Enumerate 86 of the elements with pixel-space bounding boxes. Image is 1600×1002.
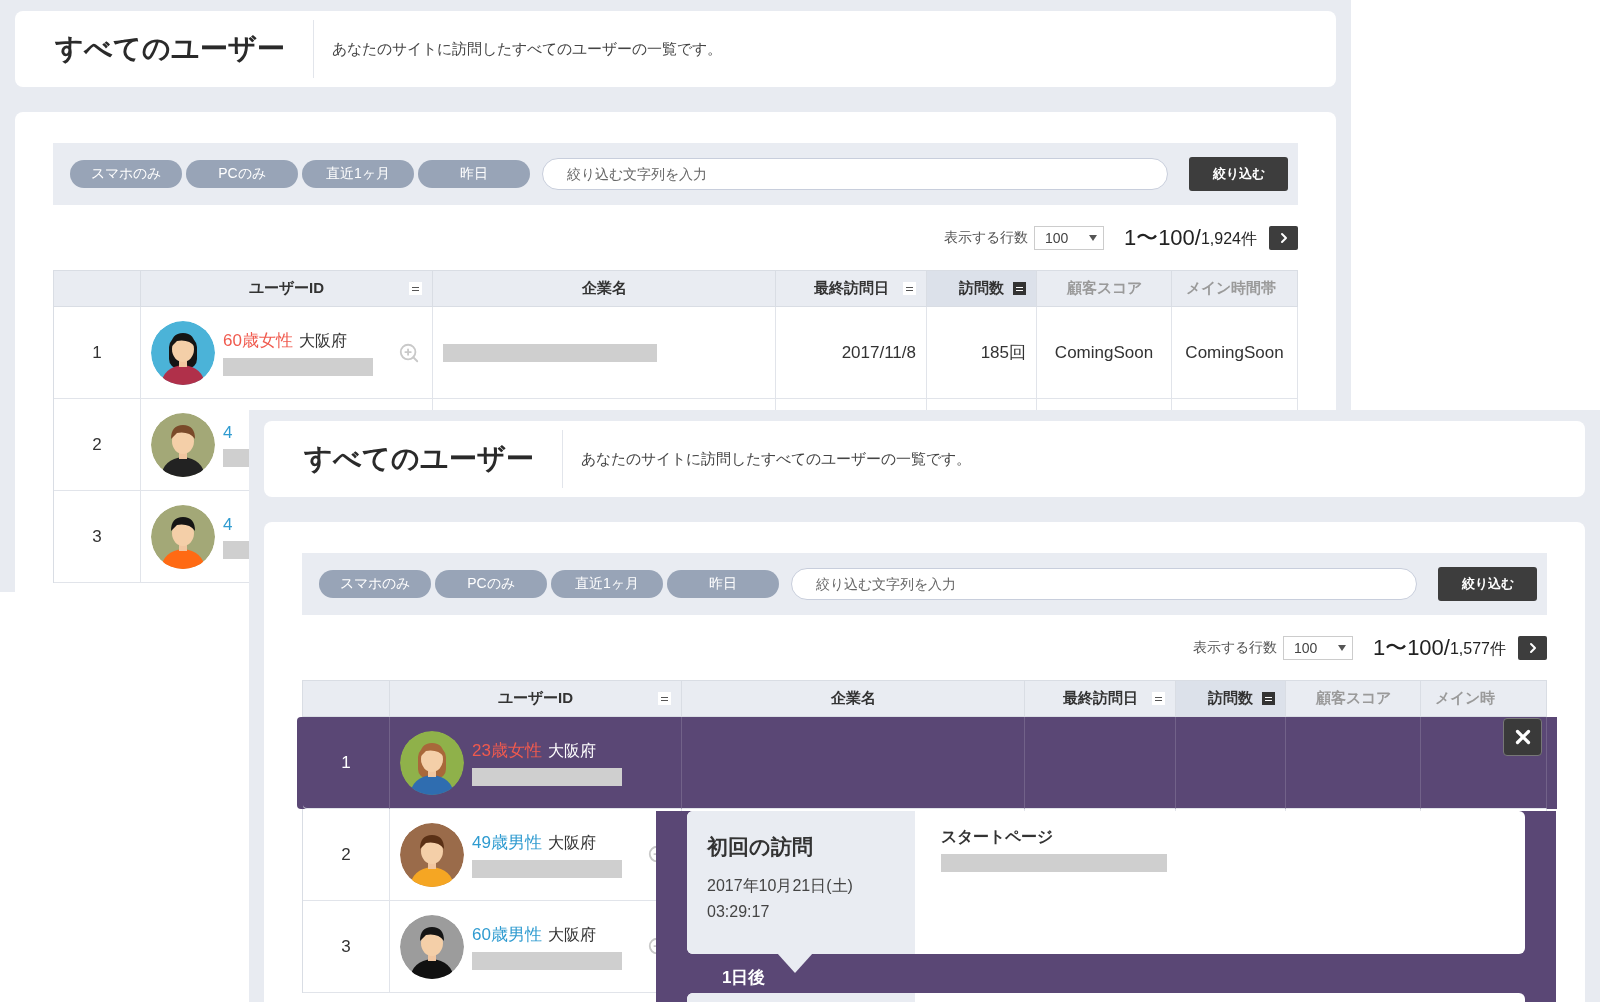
filter-chip[interactable]: PCのみ	[435, 570, 547, 598]
user-region: 大阪府	[547, 925, 596, 945]
next-page-button[interactable]	[1269, 225, 1298, 250]
column-title: 企業名	[581, 279, 627, 298]
filter-chip[interactable]: 昨日	[667, 570, 779, 598]
user-avatar	[151, 504, 215, 569]
user-avatar	[151, 412, 215, 477]
user-age-gender[interactable]: 49歳男性	[472, 831, 542, 854]
next-page-button[interactable]	[1518, 635, 1547, 660]
user-age-gender[interactable]: 4	[223, 514, 233, 535]
column-title: 顧客スコア	[1066, 279, 1142, 298]
visit-date: 2017年10月21日(土)	[707, 876, 854, 896]
search-field[interactable]: 絞り込む文字列を入力	[791, 568, 1417, 600]
user-age-gender[interactable]: 4	[223, 422, 233, 443]
filter-chip[interactable]: 直近1ヶ月	[551, 570, 663, 598]
cell-text: 2	[341, 844, 351, 865]
column-header[interactable]: 訪問数	[1176, 681, 1286, 717]
sort-icon[interactable]	[658, 692, 671, 705]
user-avatar	[400, 914, 464, 979]
filter-chip[interactable]: PCのみ	[186, 160, 298, 188]
column-header[interactable]: 最終訪問日	[1025, 681, 1176, 717]
column-title: 顧客スコア	[1315, 689, 1391, 708]
user-region: 大阪府	[547, 833, 596, 853]
rows-select[interactable]: 100	[1033, 225, 1104, 250]
close-button[interactable]	[1503, 718, 1542, 756]
gap-label: 1日後	[722, 967, 766, 989]
column-header[interactable]: ユーザーID	[141, 271, 433, 307]
column-title: 訪問数	[1208, 689, 1253, 708]
column-title: メイン時	[1435, 689, 1495, 708]
filter-button[interactable]: 絞り込む	[1438, 567, 1537, 601]
cell-text: 2	[92, 434, 102, 455]
filter-button[interactable]: 絞り込む	[1189, 157, 1288, 191]
cell-text: 1	[341, 752, 351, 773]
rows-select[interactable]: 100	[1282, 635, 1353, 660]
user-avatar	[400, 730, 464, 795]
visit-title: 初回の訪問	[707, 834, 814, 860]
column-header[interactable]: ユーザーID	[390, 681, 682, 717]
visit-time: 03:29:17	[707, 902, 771, 922]
cell-text: ComingSoon	[1054, 342, 1154, 363]
user-region: 大阪府	[547, 741, 596, 761]
search-field[interactable]: 絞り込む文字列を入力	[542, 158, 1168, 190]
user-age-gender[interactable]: 60歳女性	[223, 329, 293, 352]
column-title: ユーザーID	[249, 279, 324, 298]
user-region: 大阪府	[298, 331, 347, 351]
cell-text: 1	[92, 342, 102, 363]
cell-text: ComingSoon	[1185, 342, 1284, 363]
column-title: 最終訪問日	[1062, 689, 1138, 708]
cell-text: 3	[341, 936, 351, 957]
caret-icon	[1088, 234, 1097, 241]
rows-label: 表示する行数	[1192, 638, 1277, 657]
page-title: すべてのユーザー	[304, 442, 534, 476]
cell-text: 3	[92, 526, 102, 547]
page-label: スタートページ	[941, 827, 1054, 847]
column-header[interactable]: 訪問数	[927, 271, 1037, 307]
total-count: 1,577件	[1449, 640, 1506, 659]
user-avatar	[151, 320, 215, 385]
sort-icon[interactable]	[409, 282, 422, 295]
column-header[interactable]: 企業名	[433, 271, 776, 307]
sort-icon[interactable]	[1152, 692, 1165, 705]
cell-text: 185回	[980, 342, 1026, 364]
rows-label: 表示する行数	[943, 228, 1028, 247]
page-title: すべてのユーザー	[55, 32, 285, 66]
page-range: 1〜100/	[1123, 223, 1201, 252]
filter-chip[interactable]: スマホのみ	[70, 160, 182, 188]
user-age-gender[interactable]: 23歳女性	[472, 739, 542, 762]
page-description: あなたのサイトに訪問したすべてのユーザーの一覧です。	[581, 449, 971, 469]
cell-text: 2017/11/8	[841, 342, 916, 363]
column-title: 最終訪問日	[813, 279, 889, 298]
total-count: 1,924件	[1200, 230, 1257, 249]
filter-chip[interactable]: 昨日	[418, 160, 530, 188]
user-age-gender[interactable]: 60歳男性	[472, 923, 542, 946]
user-avatar	[400, 822, 464, 887]
filter-chip[interactable]: 直近1ヶ月	[302, 160, 414, 188]
page-range: 1〜100/	[1372, 633, 1450, 662]
page-description: あなたのサイトに訪問したすべてのユーザーの一覧です。	[332, 39, 722, 59]
sort-icon[interactable]	[1262, 692, 1275, 705]
column-header[interactable]: 最終訪問日	[776, 271, 927, 307]
column-title: 訪問数	[959, 279, 1004, 298]
column-title: 企業名	[830, 689, 876, 708]
caret-icon	[1337, 644, 1346, 651]
column-header[interactable]: 企業名	[682, 681, 1025, 717]
sort-icon[interactable]	[903, 282, 916, 295]
column-title: ユーザーID	[498, 689, 573, 708]
sort-icon[interactable]	[1013, 282, 1026, 295]
column-title: メイン時間帯	[1186, 279, 1276, 298]
filter-chip[interactable]: スマホのみ	[319, 570, 431, 598]
